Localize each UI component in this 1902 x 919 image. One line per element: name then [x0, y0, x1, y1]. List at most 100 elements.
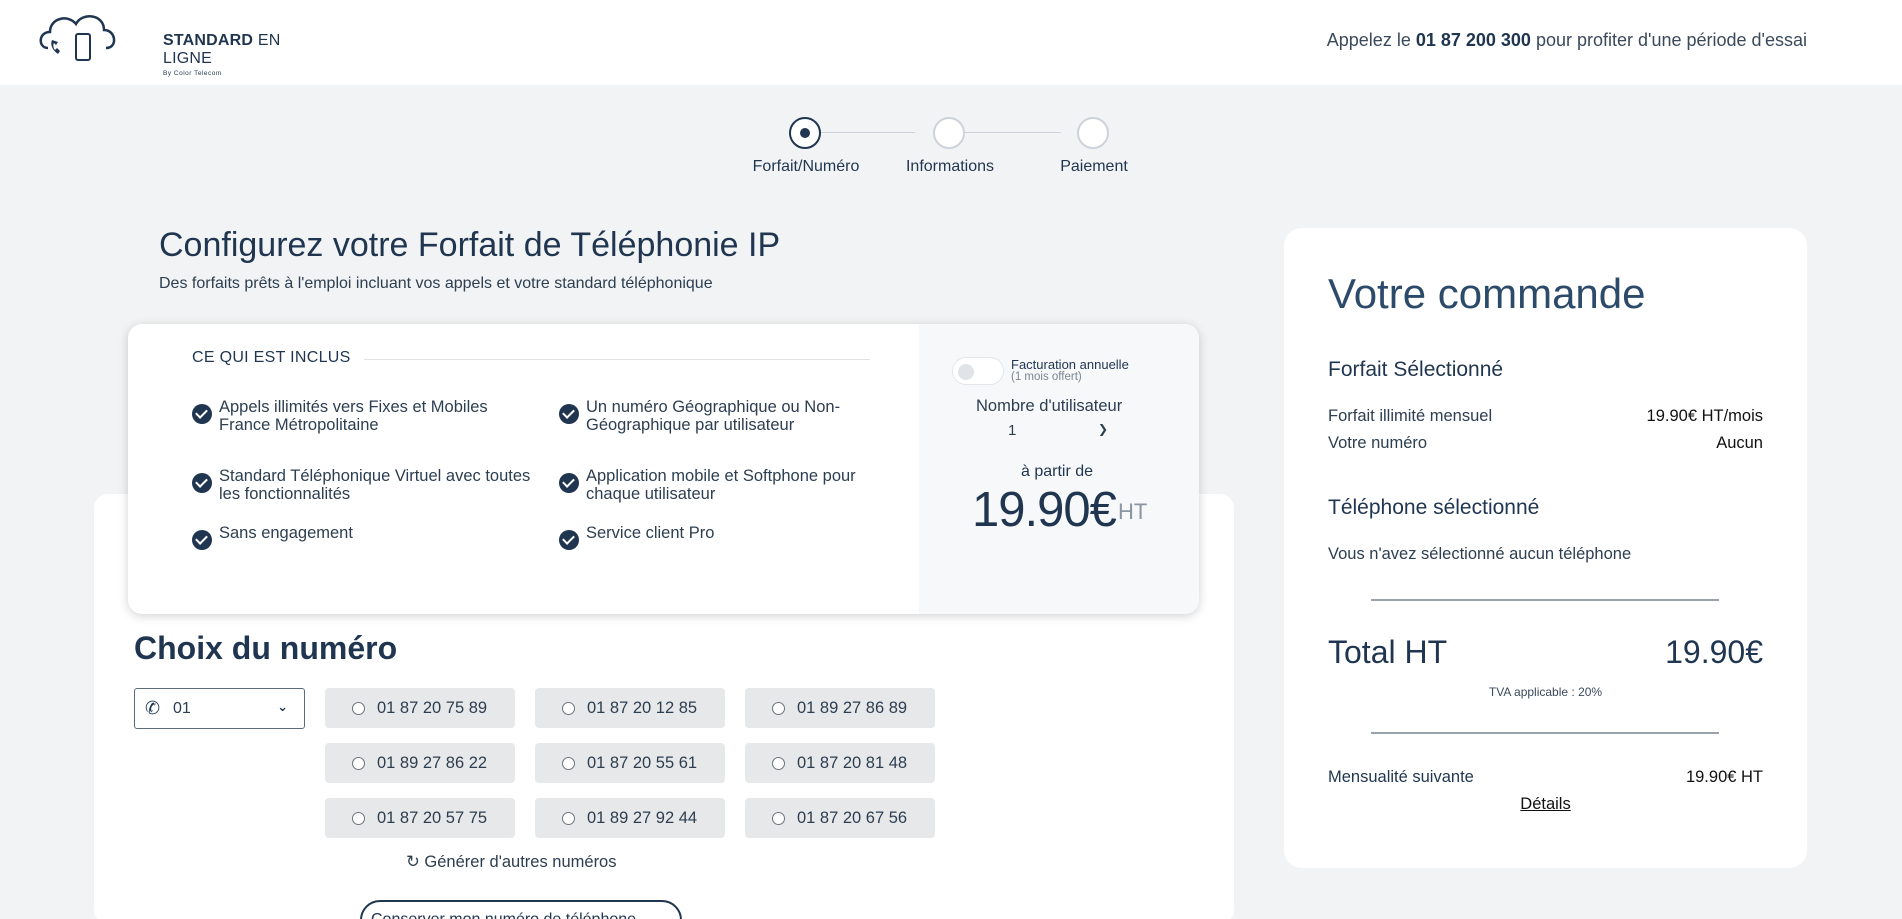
- radio-button[interactable]: [562, 757, 575, 770]
- number-option-label: 01 87 20 57 75: [377, 809, 488, 827]
- radio-button[interactable]: [352, 757, 365, 770]
- feature-item: Standard Téléphonique Virtuel avec toute…: [192, 467, 532, 503]
- selected-plan-heading: Forfait Sélectionné: [1328, 358, 1504, 381]
- divider: [364, 359, 870, 360]
- number-option[interactable]: 01 89 27 86 89: [745, 688, 935, 728]
- radio-button[interactable]: [772, 757, 785, 770]
- annual-billing-toggle[interactable]: [952, 357, 1004, 385]
- annual-billing-label: Facturation annuelle: [1011, 357, 1129, 372]
- radio-button[interactable]: [562, 702, 575, 715]
- divider: [1371, 732, 1719, 734]
- chevron-down-icon: ❯: [1097, 422, 1108, 436]
- plan-name: Forfait illimité mensuel: [1328, 407, 1493, 425]
- number-label: Votre numéro: [1328, 434, 1428, 452]
- radio-button[interactable]: [772, 702, 785, 715]
- total-value: 19.90€: [1665, 634, 1763, 670]
- radio-button[interactable]: [352, 702, 365, 715]
- number-option[interactable]: 01 87 20 55 61: [535, 743, 725, 783]
- step-2-indicator[interactable]: [933, 117, 965, 149]
- order-summary-card: Votre commande Forfait Sélectionné Forfa…: [1284, 228, 1807, 868]
- step-connector: [805, 132, 915, 133]
- keep-my-number-label: Conserver mon numéro de téléphone: [371, 911, 636, 919]
- divider: [1371, 599, 1719, 601]
- page-title: Configurez votre Forfait de Téléphonie I…: [159, 226, 781, 264]
- call-phone-number[interactable]: 01 87 200 300: [1416, 30, 1531, 50]
- feature-text: Sans engagement: [219, 524, 353, 542]
- step-1-label[interactable]: Forfait/Numéro: [753, 158, 860, 176]
- included-title: CE QUI EST INCLUS: [192, 349, 351, 366]
- site-logo[interactable]: STANDARD EN LIGNE By Color Telecom: [38, 8, 288, 77]
- check-circle-icon: [559, 404, 579, 424]
- radio-button[interactable]: [772, 812, 785, 825]
- next-payment-label: Mensualité suivante: [1328, 768, 1474, 786]
- call-banner: Appelez le 01 87 200 300 pour profiter d…: [1327, 30, 1807, 51]
- check-circle-icon: [559, 473, 579, 493]
- details-link[interactable]: Détails: [1284, 795, 1807, 814]
- price-unit: HT: [1118, 499, 1148, 524]
- feature-text: Standard Téléphonique Virtuel avec toute…: [219, 467, 531, 503]
- step-3-indicator[interactable]: [1077, 117, 1109, 149]
- logo-tagline: By Color Telecom: [163, 70, 222, 77]
- number-option-label: 01 89 27 86 89: [797, 699, 908, 717]
- cloud-phone-logo-icon: [39, 15, 116, 61]
- number-option[interactable]: 01 87 20 81 48: [745, 743, 935, 783]
- feature-text: Application mobile et Softphone pour cha…: [586, 467, 856, 503]
- logo-bold-text: STANDARD: [163, 32, 254, 49]
- number-option-label: 01 87 20 81 48: [797, 754, 908, 772]
- keep-my-number-button[interactable]: Conserver mon numéro de téléphone: [360, 900, 682, 919]
- number-choice-title: Choix du numéro: [134, 630, 398, 666]
- feature-item: Un numéro Géographique ou Non-Géographiq…: [559, 398, 899, 434]
- number-option-label: 01 87 20 67 56: [797, 809, 908, 827]
- number-value: Aucun: [1716, 434, 1763, 452]
- included-features-card: CE QUI EST INCLUS Appels illimités vers …: [128, 324, 1199, 614]
- step-3-label[interactable]: Paiement: [1060, 158, 1128, 176]
- prefix-select[interactable]: ✆ 01 ⌄: [134, 688, 305, 729]
- call-prefix: Appelez le: [1326, 30, 1416, 50]
- prefix-value: 01: [173, 700, 191, 717]
- generate-more-numbers-link[interactable]: ↻ Générer d'autres numéros: [406, 852, 617, 872]
- step-1-indicator[interactable]: [789, 117, 821, 149]
- chevron-down-icon: ⌄: [277, 699, 288, 714]
- check-circle-icon: [192, 530, 212, 550]
- tva-note: TVA applicable : 20%: [1488, 685, 1603, 699]
- plan-row: Forfait illimité mensuel 19.90€ HT/mois: [1328, 407, 1763, 426]
- check-circle-icon: [559, 530, 579, 550]
- step-2-label[interactable]: Informations: [906, 158, 994, 176]
- radio-button[interactable]: [562, 812, 575, 825]
- feature-text: Appels illimités vers Fixes et Mobiles F…: [219, 398, 488, 434]
- plan-price-value: 19.90€ HT/mois: [1646, 407, 1763, 425]
- feature-item: Application mobile et Softphone pour cha…: [559, 467, 899, 503]
- top-header: STANDARD EN LIGNE By Color Telecom Appel…: [0, 0, 1902, 85]
- number-option[interactable]: 01 87 20 67 56: [745, 798, 935, 838]
- feature-item: Service client Pro: [559, 524, 899, 550]
- feature-item: Appels illimités vers Fixes et Mobiles F…: [192, 398, 532, 434]
- number-option-label: 01 89 27 92 44: [587, 809, 698, 827]
- step-connector: [949, 132, 1061, 133]
- next-payment-value: 19.90€ HT: [1685, 768, 1763, 786]
- number-option[interactable]: 01 89 27 86 22: [325, 743, 515, 783]
- total-label: Total HT: [1328, 634, 1448, 670]
- number-option[interactable]: 01 89 27 92 44: [535, 798, 725, 838]
- radio-button[interactable]: [352, 812, 365, 825]
- annual-billing-note: (1 mois offert): [1011, 371, 1082, 383]
- no-phone-text: Vous n'avez sélectionné aucun téléphone: [1328, 545, 1632, 563]
- number-row: Votre numéro Aucun: [1328, 434, 1763, 453]
- check-circle-icon: [192, 404, 212, 424]
- price-from-label: à partir de: [1021, 463, 1094, 480]
- call-suffix: pour profiter d'une période d'essai: [1530, 30, 1807, 50]
- number-option[interactable]: 01 87 20 75 89: [325, 688, 515, 728]
- order-title: Votre commande: [1328, 270, 1646, 317]
- users-count-value: 1: [1008, 422, 1017, 439]
- number-option[interactable]: 01 87 20 57 75: [325, 798, 515, 838]
- selected-phone-heading: Téléphone sélectionné: [1328, 496, 1540, 519]
- plan-price: 19.90€: [972, 483, 1117, 537]
- toggle-knob: [958, 364, 974, 380]
- number-option[interactable]: 01 87 20 12 85: [535, 688, 725, 728]
- phone-icon: ✆: [145, 698, 161, 718]
- feature-text: Un numéro Géographique ou Non-Géographiq…: [586, 398, 841, 434]
- checkout-stepper: Forfait/Numéro Informations Paiement: [730, 116, 1160, 176]
- number-option-label: 01 87 20 12 85: [587, 699, 698, 717]
- users-count-select[interactable]: 1 ❯: [1008, 422, 1112, 442]
- number-option-label: 01 89 27 86 22: [377, 754, 488, 772]
- number-option-label: 01 87 20 55 61: [587, 754, 698, 772]
